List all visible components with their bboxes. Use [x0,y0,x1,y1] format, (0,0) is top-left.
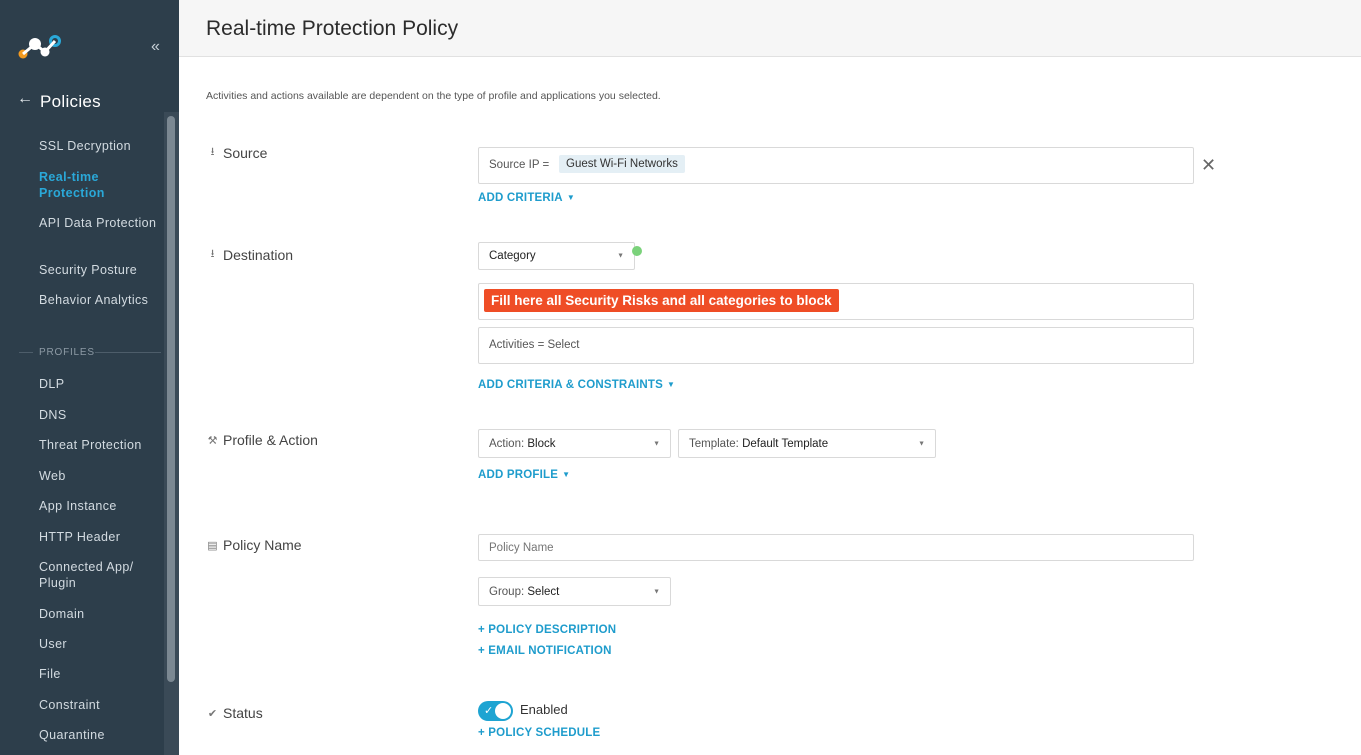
group-select[interactable]: Group: Select ▼ [478,577,671,606]
divider [95,352,161,353]
sidebar-item-ssl-decryption[interactable]: SSL Decryption [39,138,159,154]
group-select-value: Group: Select [489,586,559,598]
group-value: Select [527,585,560,598]
chevron-down-icon: ▼ [653,588,660,595]
email-notification-link[interactable]: + EMAIL NOTIFICATION [478,645,612,657]
document-icon: ▤ [207,539,218,552]
policy-schedule-link[interactable]: + POLICY SCHEDULE [478,727,600,739]
profile-action-section-label: ⚒ Profile & Action [207,432,318,448]
caret-down-icon: ▼ [566,193,575,202]
source-criteria-field[interactable]: Source IP = Guest Wi-Fi Networks [478,147,1194,184]
policy-description-link[interactable]: + POLICY DESCRIPTION [478,624,616,636]
toggle-knob [495,703,511,719]
sidebar-item-dlp[interactable]: DLP [39,376,159,392]
annotation-callout: Fill here all Security Risks and all cat… [484,289,839,312]
sidebar-item-domain[interactable]: Domain [39,606,159,622]
download-icon: ⭳ [210,248,215,260]
template-select-value: Template: Default Template [689,438,828,450]
group-prefix: Group: [489,585,525,598]
sidebar-item-real-time-protection[interactable]: Real-time Protection [39,169,159,201]
caret-down-icon: ▼ [666,380,676,389]
action-select-value: Action: Block [489,438,556,450]
page-description: Activities and actions available are dep… [206,90,661,102]
add-criteria-label: ADD CRITERIA [478,192,563,204]
collapse-sidebar-icon[interactable]: « [151,38,160,56]
page-title: Real-time Protection Policy [206,17,459,40]
add-criteria-constraints-link[interactable]: ADD CRITERIA & CONSTRAINTS ▼ [478,379,675,391]
divider [19,352,33,353]
category-select-value: Category [489,250,536,262]
sidebar-item-api-data-protection[interactable]: API Data Protection [39,215,159,231]
source-section-label: ⭳ Source [207,143,268,162]
action-value: Block [527,437,556,450]
check-icon: ✓ [484,705,494,717]
sidebar-item-constraint[interactable]: Constraint [39,697,159,713]
sidebar-item-web[interactable]: Web [39,468,159,484]
add-profile-label: ADD PROFILE [478,469,559,481]
activities-value: Activities = Select [489,339,580,351]
sidebar-item-connected-app-plugin[interactable]: Connected App/ Plugin [39,559,159,591]
add-profile-link[interactable]: ADD PROFILE ▼ [478,469,570,481]
template-select[interactable]: Template: Default Template ▼ [678,429,936,458]
chevron-down-icon: ▼ [617,252,624,260]
status-toggle[interactable]: ✓ [478,701,513,721]
add-criteria-link[interactable]: ADD CRITERIA ▼ [478,192,575,204]
page-header: Real-time Protection Policy [179,0,1361,57]
template-value: Default Template [742,437,829,450]
check-circle-icon: ✔ [207,707,218,720]
policy-name-section-label: ▤ Policy Name [207,537,302,553]
template-prefix: Template: [689,437,739,450]
sidebar-item-security-posture[interactable]: Security Posture [39,262,159,278]
sidebar-item-user[interactable]: User [39,636,159,652]
status-label: Status [223,705,263,721]
add-criteria-constraints-label: ADD CRITERIA & CONSTRAINTS [478,379,663,391]
sidebar-item-dns[interactable]: DNS [39,407,159,423]
profiles-header: PROFILES [39,347,95,358]
source-label: Source [223,144,268,161]
sidebar-scrollbar[interactable] [164,112,179,755]
sidebar-item-http-header[interactable]: HTTP Header [39,529,159,545]
status-dot [632,246,642,256]
sidebar-item-threat-protection[interactable]: Threat Protection [39,437,159,453]
policy-name-input[interactable] [478,534,1194,561]
sidebar-title: Policies [40,92,101,111]
source-criteria-chip[interactable]: Guest Wi-Fi Networks [559,155,685,173]
sidebar-item-quarantine[interactable]: Quarantine [39,727,159,743]
action-select[interactable]: Action: Block ▼ [478,429,671,458]
sidebar-item-app-instance[interactable]: App Instance [39,498,159,514]
destination-label: Destination [223,246,294,263]
sidebar-item-file[interactable]: File [39,666,159,682]
chevron-down-icon: ▼ [653,440,660,447]
sidebar: « ← Policies SSL Decryption Real-time Pr… [0,0,179,755]
scrollbar-thumb[interactable] [167,116,175,682]
status-toggle-label: Enabled [520,702,568,717]
sidebar-item-behavior-analytics[interactable]: Behavior Analytics [39,292,159,308]
activities-field[interactable]: Activities = Select [478,327,1194,364]
action-prefix: Action: [489,437,525,450]
back-arrow-icon[interactable]: ← [17,90,33,108]
source-criteria-prefix: Source IP = [489,159,550,171]
status-section-label: ✔ Status [207,705,263,721]
caret-down-icon: ▼ [562,470,571,479]
chevron-down-icon: ▼ [918,440,925,447]
gavel-icon: ⚒ [207,434,218,447]
destination-section-label: ⭳ Destination [207,245,293,264]
upload-icon: ⭳ [210,146,215,158]
policy-name-label: Policy Name [223,537,302,553]
profile-action-label: Profile & Action [223,432,318,448]
netskope-logo-icon[interactable] [18,33,62,59]
remove-criteria-close-icon[interactable]: ✕ [1201,155,1216,176]
destination-category-select[interactable]: Category ▼ [478,242,635,270]
